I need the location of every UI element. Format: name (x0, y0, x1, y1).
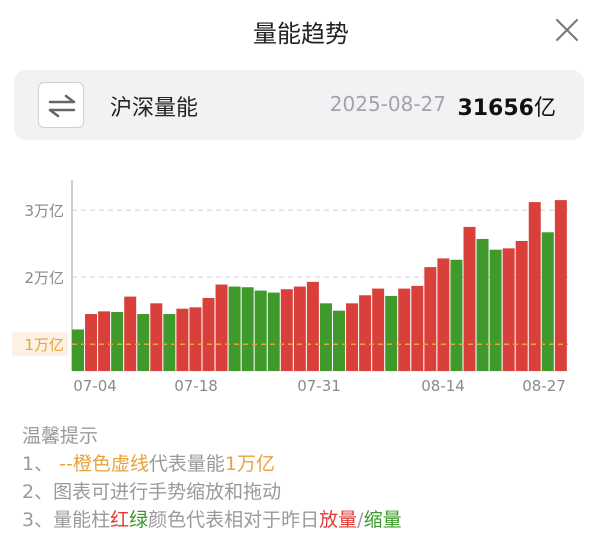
close-icon[interactable] (552, 15, 582, 45)
volume-bar[interactable] (541, 232, 554, 371)
volume-bar[interactable] (280, 289, 293, 371)
volume-bar[interactable] (502, 248, 515, 371)
tip3-prefix: 3、量能柱 (22, 509, 111, 531)
volume-bar[interactable] (306, 281, 319, 371)
volume-bar[interactable] (437, 258, 450, 371)
volume-bar[interactable] (176, 308, 189, 371)
volume-bar[interactable] (150, 303, 163, 371)
volume-bar[interactable] (359, 295, 372, 371)
volume-bar[interactable] (202, 297, 215, 371)
x-tick-label: 07-04 (73, 377, 117, 395)
tip3-down: 缩量 (363, 509, 402, 531)
volume-bar[interactable] (372, 288, 385, 371)
volume-bar[interactable] (346, 303, 359, 371)
volume-bar[interactable] (254, 290, 267, 371)
volume-bar[interactable] (424, 267, 437, 371)
y-tick-label: 1万亿 (24, 336, 64, 354)
volume-bar[interactable] (450, 259, 463, 371)
volume-bar[interactable] (98, 311, 111, 371)
tip3-red: 红 (110, 509, 130, 531)
summary-value: 31656亿 (457, 90, 556, 122)
volume-bar[interactable] (333, 310, 345, 371)
page-title: 量能趋势 (253, 20, 349, 48)
tip-line-3: 3、量能柱红绿颜色代表相对于昨日放量/缩量 (22, 506, 402, 534)
header: 量能趋势 (0, 0, 602, 60)
volume-bar[interactable] (163, 314, 176, 371)
tips-title: 温馨提示 (22, 425, 99, 447)
x-tick-label: 08-27 (522, 377, 566, 395)
tip1-value: 1万亿 (224, 453, 275, 475)
volume-bar[interactable] (241, 287, 254, 371)
volume-bar[interactable] (476, 238, 489, 371)
volume-bar[interactable] (215, 284, 228, 371)
volume-bar[interactable] (411, 285, 424, 371)
volume-bar[interactable] (398, 288, 411, 371)
volume-bar[interactable] (72, 329, 84, 371)
value-unit: 亿 (533, 96, 556, 121)
tip3-mid: 颜色代表相对于昨日 (148, 509, 320, 531)
volume-bar[interactable] (267, 292, 280, 371)
volume-bar[interactable] (85, 314, 98, 371)
summary-date: 2025-08-27 (329, 92, 446, 116)
x-tick-label: 07-31 (297, 377, 341, 395)
volume-bar[interactable] (515, 240, 528, 371)
volume-bar[interactable] (228, 286, 241, 371)
index-name: 沪深量能 (110, 96, 199, 121)
tip-line-2: 2、图表可进行手势缩放和拖动 (22, 481, 282, 503)
volume-bar[interactable] (528, 202, 541, 371)
volume-bar[interactable] (124, 296, 137, 371)
x-tick-label: 08-14 (421, 377, 465, 395)
tip-line-1: 1、 --橙色虚线代表量能1万亿 (22, 450, 402, 478)
tip1-prefix: 1、 (22, 453, 60, 475)
x-tick-label: 07-18 (174, 377, 218, 395)
value-number: 31656 (457, 96, 534, 121)
summary-card: 沪深量能 2025-08-27 31656亿 (14, 70, 584, 140)
swap-icon (48, 94, 76, 118)
volume-bar[interactable] (489, 249, 502, 371)
y-tick-label: 3万亿 (24, 202, 64, 220)
volume-bar[interactable] (319, 303, 332, 371)
tip3-up: 放量 (319, 509, 358, 531)
volume-bar[interactable] (463, 226, 476, 371)
volume-bar[interactable] (554, 200, 567, 371)
tips: 温馨提示 1、 --橙色虚线代表量能1万亿 2、图表可进行手势缩放和拖动 3、量… (22, 422, 402, 534)
volume-bar[interactable] (111, 312, 124, 371)
y-tick-label: 2万亿 (24, 269, 64, 287)
volume-bar[interactable] (385, 295, 398, 371)
volume-bar[interactable] (293, 286, 306, 371)
swap-button[interactable] (38, 82, 84, 128)
volume-chart[interactable]: 1万亿 2万亿 3万亿 07-04 07-18 07-31 08-14 08-27 (0, 175, 602, 405)
tip3-green: 绿 (129, 509, 149, 531)
tip1-mid: 代表量能 (148, 453, 225, 475)
tip1-orange: --橙色虚线 (59, 453, 149, 475)
volume-bar[interactable] (189, 307, 202, 371)
volume-bar[interactable] (137, 314, 150, 371)
